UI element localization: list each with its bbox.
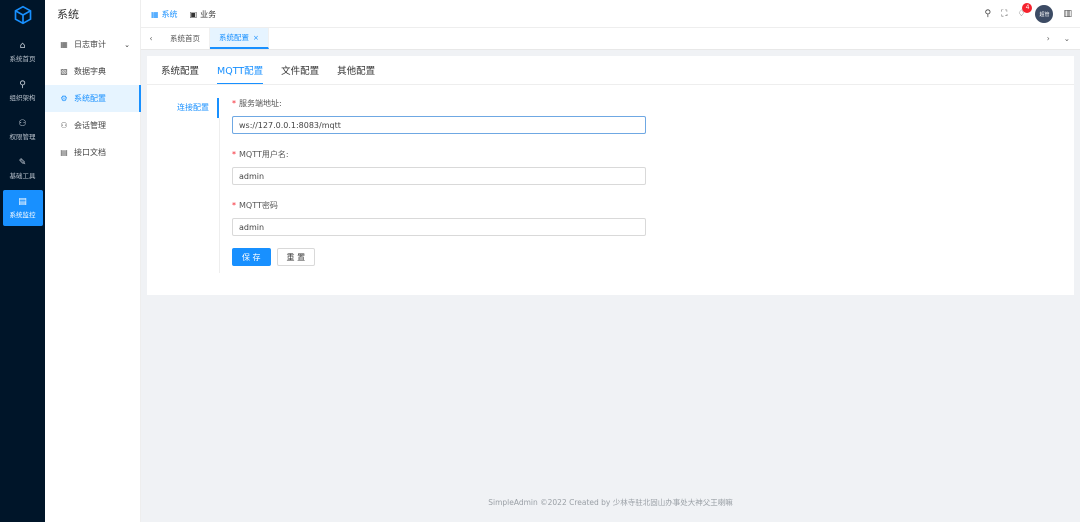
sidebar-item-session[interactable]: ⚇ 会话管理 xyxy=(45,112,140,139)
mqtt-form: *服务端地址: *MQTT用户名: *MQTT密码 保 存 重 置 xyxy=(232,98,646,266)
sidebar-item-label: 数据字典 xyxy=(74,67,106,76)
rail-item-home[interactable]: ⌂ 系统首页 xyxy=(3,34,43,70)
subtab-file-config[interactable]: 文件配置 xyxy=(281,56,319,84)
subtab-other-config[interactable]: 其他配置 xyxy=(337,56,375,84)
subtabs-divider xyxy=(147,84,1074,85)
mqtt-password-label: * MQTT密码 xyxy=(232,201,278,210)
search-icon[interactable]: ⚲ xyxy=(985,9,992,19)
sidebar-item-label: 日志审计 xyxy=(74,40,106,49)
top-nav-system[interactable]: ▦ 系统 xyxy=(151,9,178,20)
tab-home[interactable]: 系统首页 xyxy=(161,28,210,49)
tabs-scroll-left[interactable]: ‹ xyxy=(141,28,161,49)
notification-button[interactable]: ♢ 4 xyxy=(1017,3,1033,19)
rail-item-tools[interactable]: ✎ 基础工具 xyxy=(3,151,43,187)
app-logo[interactable] xyxy=(0,0,45,30)
required-mark: * xyxy=(232,99,236,108)
subtab-mqtt-config[interactable]: MQTT配置 xyxy=(217,56,264,85)
mqtt-username-label: * MQTT用户名: xyxy=(232,150,289,159)
rail-item-org[interactable]: ⚲ 组织架构 xyxy=(3,73,43,109)
close-icon[interactable]: × xyxy=(253,34,259,42)
rail-item-label: 系统首页 xyxy=(9,55,36,63)
page-footer: SimpleAdmin ©2022 Created by 少林寺驻北固山办事处大… xyxy=(488,498,733,507)
mqtt-password-input[interactable] xyxy=(232,218,646,236)
sidebar-item-system-config[interactable]: ⚙ 系统配置 xyxy=(45,85,141,112)
main-rail: ⌂ 系统首页 ⚲ 组织架构 ⚇ 权限管理 ✎ 基础工具 ▤ 系统监控 xyxy=(0,0,45,522)
fullscreen-icon[interactable]: ⛶ xyxy=(1001,9,1007,19)
chevron-down-icon: ⌄ xyxy=(124,40,130,49)
tab-label: 系统配置 xyxy=(219,33,249,42)
required-mark: * xyxy=(232,201,236,210)
sidebar-title: 系统 xyxy=(57,8,79,21)
tab-system-config[interactable]: 系统配置 × xyxy=(210,28,269,49)
tabs-scroll-right[interactable]: › xyxy=(1047,34,1050,43)
notification-badge: 4 xyxy=(1022,3,1033,13)
mqtt-username-input[interactable] xyxy=(232,167,646,185)
box-icon: ▣ xyxy=(189,9,198,19)
header-actions: ⚲ ⛶ ♢ 4 超管 ▥ xyxy=(985,0,1072,28)
users-icon: ⚇ xyxy=(60,121,68,130)
rail-item-system-monitor[interactable]: ▤ 系统监控 xyxy=(2,190,43,226)
user-icon: ⚇ xyxy=(18,119,27,129)
file-icon: ▤ xyxy=(60,148,68,157)
rail-item-label: 系统监控 xyxy=(9,211,36,219)
sub-sidebar: 系统 ▦ 日志审计 ⌄ ▧ 数据字典 ⚙ 系统配置 ⚇ 会话管理 ▤ 接口文档 xyxy=(45,0,141,522)
config-card: 系统配置 MQTT配置 文件配置 其他配置 连接配置 *服务端地址: *MQTT… xyxy=(147,56,1074,295)
required-mark: * xyxy=(232,150,236,159)
sidebar-item-label: 系统配置 xyxy=(74,94,106,103)
book-icon: ▧ xyxy=(60,67,68,76)
config-subtabs: 系统配置 MQTT配置 文件配置 其他配置 xyxy=(161,56,375,85)
vertical-tab-connection[interactable]: 连接配置 xyxy=(161,98,219,118)
tabs-spacer xyxy=(269,28,1047,49)
monitor-icon: ▦ xyxy=(60,40,68,49)
sidebar-item-api-docs[interactable]: ▤ 接口文档 xyxy=(45,139,140,166)
top-nav-label: 系统 xyxy=(161,9,178,19)
rail-item-label: 组织架构 xyxy=(9,94,36,102)
server-address-input[interactable] xyxy=(232,116,646,134)
org-chart-icon: ⚲ xyxy=(19,80,26,90)
reset-button[interactable]: 重 置 xyxy=(276,248,316,266)
layout-icon[interactable]: ▥ xyxy=(1063,9,1072,19)
form-actions: 保 存 重 置 xyxy=(232,248,646,266)
document-icon: ▤ xyxy=(18,197,27,207)
page-tabs: ‹ 系统首页 系统配置 × › ⌄ xyxy=(141,28,1080,50)
cube-logo-icon xyxy=(14,5,31,25)
top-header: ▦ 系统 ▣ 业务 ⚲ ⛶ ♢ 4 超管 ▥ xyxy=(141,0,1080,28)
avatar[interactable]: 超管 xyxy=(1035,5,1054,23)
vertical-tab-divider xyxy=(219,118,220,273)
tabs-right-controls: › ⌄ xyxy=(1047,28,1080,49)
rail-item-label: 基础工具 xyxy=(9,172,36,180)
sidebar-item-label: 会话管理 xyxy=(74,121,106,130)
grid-icon: ▦ xyxy=(151,9,159,19)
sidebar-item-audit-log[interactable]: ▦ 日志审计 ⌄ xyxy=(45,31,140,58)
save-button[interactable]: 保 存 xyxy=(232,248,271,266)
gear-icon: ⚙ xyxy=(60,94,68,103)
tab-label: 系统首页 xyxy=(170,34,200,43)
sidebar-item-dictionary[interactable]: ▧ 数据字典 xyxy=(45,58,140,85)
rail-item-permission[interactable]: ⚇ 权限管理 xyxy=(3,112,43,148)
top-nav: ▦ 系统 ▣ 业务 xyxy=(151,0,216,28)
wrench-icon: ✎ xyxy=(18,158,27,168)
subtab-system-config[interactable]: 系统配置 xyxy=(161,56,199,84)
top-nav-business[interactable]: ▣ 业务 xyxy=(190,9,217,20)
sidebar-item-label: 接口文档 xyxy=(74,148,106,157)
home-icon: ⌂ xyxy=(19,41,26,51)
chevron-down-icon[interactable]: ⌄ xyxy=(1064,34,1070,43)
rail-item-label: 权限管理 xyxy=(9,133,36,141)
server-address-label: * 服务端地址: xyxy=(232,99,282,108)
top-nav-label: 业务 xyxy=(200,9,217,19)
